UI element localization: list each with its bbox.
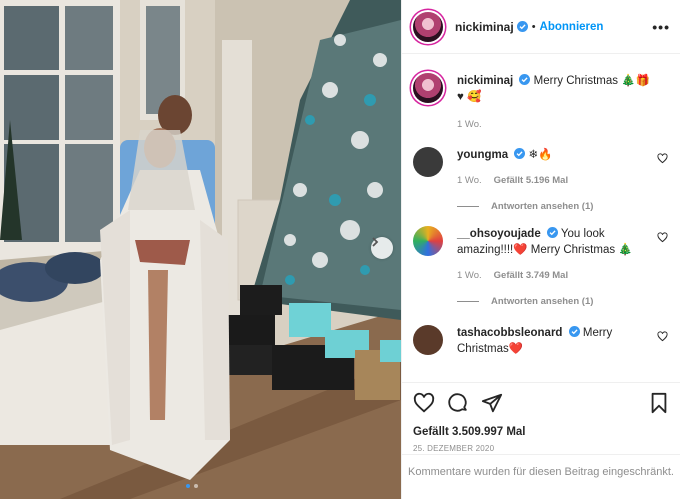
view-replies-label: Antworten ansehen (1) bbox=[491, 201, 594, 212]
comment-item: youngma ❄🔥 1 Wo. Gefällt 5.196 Mal bbox=[413, 147, 670, 189]
avatar[interactable] bbox=[413, 73, 443, 103]
follow-button[interactable]: Abonnieren bbox=[540, 21, 604, 33]
verified-badge-icon bbox=[568, 326, 580, 337]
post-actions: Gefällt 3.509.997 Mal 25. DEZEMBER 2020 bbox=[402, 382, 680, 453]
comment-like-icon[interactable] bbox=[657, 331, 668, 342]
caption: nickiminaj Merry Christmas 🎄🎁♥ 🥰 1 Wo. bbox=[413, 73, 670, 133]
more-options-button[interactable]: ••• bbox=[652, 19, 670, 35]
carousel-dot bbox=[194, 484, 198, 488]
carousel-indicator bbox=[186, 484, 198, 488]
replies-line bbox=[457, 206, 479, 207]
comment-item: tashacobbsleonard Merry Christmas❤️ bbox=[413, 325, 670, 357]
post-photo[interactable] bbox=[0, 0, 401, 499]
replies-line bbox=[457, 301, 479, 302]
separator: • bbox=[531, 20, 536, 33]
avatar[interactable] bbox=[413, 226, 443, 256]
view-replies-button[interactable]: Antworten ansehen (1) bbox=[457, 296, 670, 307]
like-heart-icon[interactable] bbox=[413, 392, 435, 414]
verified-badge-icon bbox=[514, 148, 526, 159]
comment-like-icon[interactable] bbox=[657, 153, 668, 164]
comment-text: ❄🔥 bbox=[528, 149, 553, 161]
action-bar bbox=[413, 391, 670, 415]
avatar[interactable] bbox=[413, 325, 443, 355]
caption-meta: 1 Wo. bbox=[457, 117, 650, 133]
share-paper-plane-icon[interactable] bbox=[481, 392, 503, 414]
comments-list[interactable]: nickiminaj Merry Christmas 🎄🎁♥ 🥰 1 Wo. y… bbox=[402, 55, 680, 382]
comment-likes[interactable]: Gefällt 5.196 Mal bbox=[494, 173, 568, 189]
comments-closed-notice: Kommentare wurden für diesen Beitrag ein… bbox=[402, 454, 680, 480]
comment-meta: 1 Wo. Gefällt 5.196 Mal bbox=[457, 173, 650, 189]
comment-time[interactable]: 1 Wo. bbox=[457, 173, 482, 189]
likes-count[interactable]: Gefällt 3.509.997 Mal bbox=[413, 426, 670, 438]
post-sidebar: nickiminaj • Abonnieren ••• nickiminaj M… bbox=[401, 0, 680, 499]
view-replies-button[interactable]: Antworten ansehen (1) bbox=[457, 201, 670, 212]
verified-badge-icon bbox=[546, 227, 558, 238]
comment-time[interactable]: 1 Wo. bbox=[457, 268, 482, 284]
post-header: nickiminaj • Abonnieren ••• bbox=[402, 0, 680, 54]
avatar[interactable] bbox=[413, 11, 443, 42]
view-replies-label: Antworten ansehen (1) bbox=[491, 296, 594, 307]
verified-badge-icon bbox=[516, 21, 528, 32]
carousel-dot bbox=[186, 484, 190, 488]
comment-username[interactable]: youngma bbox=[457, 149, 508, 161]
comment-username[interactable]: tashacobbsleonard bbox=[457, 327, 562, 339]
verified-badge-icon bbox=[519, 74, 531, 85]
comment-username[interactable]: __ohsoyoujade bbox=[457, 228, 541, 240]
avatar[interactable] bbox=[413, 147, 443, 177]
comment-item: __ohsoyoujade You look amazing!!!!❤️ Mer… bbox=[413, 226, 670, 284]
photo-scene bbox=[0, 0, 401, 499]
bookmark-icon[interactable] bbox=[648, 392, 670, 414]
caption-time[interactable]: 1 Wo. bbox=[457, 117, 482, 133]
comment-meta: 1 Wo. Gefällt 3.749 Mal bbox=[457, 268, 650, 284]
comment-like-icon[interactable] bbox=[657, 232, 668, 243]
chevron-right-icon bbox=[372, 237, 379, 247]
post-date[interactable]: 25. DEZEMBER 2020 bbox=[413, 444, 670, 453]
carousel-next-button[interactable] bbox=[371, 237, 393, 259]
comment-likes[interactable]: Gefällt 3.749 Mal bbox=[494, 268, 568, 284]
caption-username[interactable]: nickiminaj bbox=[457, 75, 513, 87]
comment-bubble-icon[interactable] bbox=[447, 392, 469, 414]
header-username[interactable]: nickiminaj bbox=[455, 20, 514, 34]
